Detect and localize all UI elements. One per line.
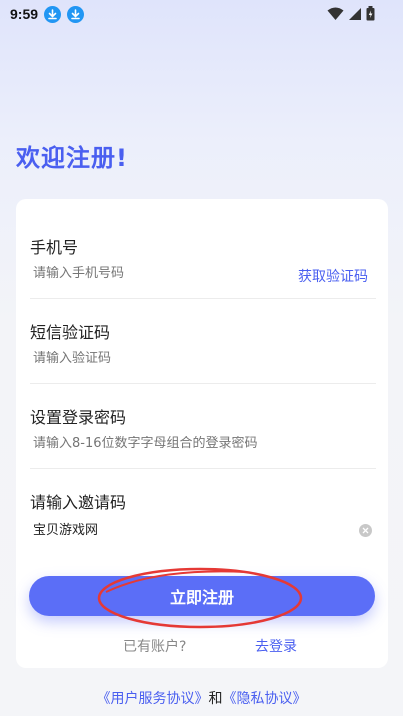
invite-code-input[interactable] [33, 521, 283, 536]
get-code-link[interactable]: 获取验证码 [298, 266, 368, 286]
status-icons [327, 6, 375, 21]
page-title: 欢迎注册! [16, 144, 128, 172]
agreement-text: 《用户服务协议》和《隐私协议》 [0, 688, 403, 708]
invite-field-group: 请输入邀请码 [30, 469, 376, 554]
clear-icon[interactable] [359, 524, 372, 537]
status-bar: 9:59 [0, 0, 403, 28]
status-time: 9:59 [10, 6, 39, 22]
download-icon [67, 5, 85, 23]
sms-label: 短信验证码 [30, 323, 111, 342]
download-icon [44, 5, 62, 23]
phone-field-group: 手机号 获取验证码 [30, 199, 376, 299]
password-input[interactable] [33, 436, 363, 451]
has-account-text: 已有账户? [123, 639, 187, 655]
password-label: 设置登录密码 [30, 408, 127, 427]
user-agreement-link[interactable]: 《用户服务协议》 [97, 691, 209, 707]
battery-icon [366, 6, 375, 21]
invite-label: 请输入邀请码 [30, 493, 127, 512]
register-button[interactable]: 立即注册 [29, 576, 375, 616]
sms-code-input[interactable] [33, 351, 283, 366]
phone-label: 手机号 [30, 238, 79, 257]
signal-icon [349, 7, 361, 20]
agreement-and: 和 [208, 691, 223, 707]
wifi-icon [327, 7, 344, 20]
go-login-link[interactable]: 去登录 [255, 636, 297, 656]
register-card: 手机号 获取验证码 短信验证码 设置登录密码 请输入邀请码 立即注册 已有账户?… [16, 199, 388, 668]
phone-input[interactable] [33, 266, 283, 281]
privacy-link[interactable]: 《隐私协议》 [223, 691, 307, 707]
sms-field-group: 短信验证码 [30, 299, 376, 384]
password-field-group: 设置登录密码 [30, 384, 376, 469]
